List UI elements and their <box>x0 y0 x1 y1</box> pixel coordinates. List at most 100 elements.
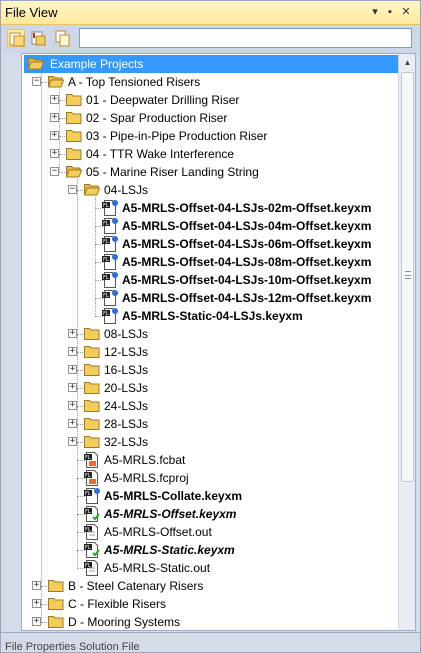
tree-item-label: 32-LSJs <box>104 435 149 449</box>
collapse-minus-icon[interactable]: − <box>32 77 41 86</box>
expand-plus-icon[interactable]: + <box>32 617 41 626</box>
expand-plus-icon[interactable]: + <box>32 581 41 590</box>
keyxm-question-icon: FL <box>102 200 118 216</box>
expand-plus-icon[interactable]: + <box>32 599 41 608</box>
svg-text:FL: FL <box>103 275 109 281</box>
tree-item-label: A5-MRLS.fcproj <box>104 471 189 485</box>
svg-text:FL: FL <box>85 509 91 515</box>
tree-folder-item[interactable]: + D - Mooring Systems <box>22 613 398 630</box>
tree-folder-item[interactable]: +32-LSJs <box>22 433 398 451</box>
tree-file-item[interactable]: FL A5-MRLS-Static.keyxm <box>22 541 398 559</box>
project-tree-panel: Example Projects − A - Top Tensioned Riser… <box>21 53 416 631</box>
folder-icon <box>84 417 100 430</box>
tree-folder-item[interactable]: +20-LSJs <box>22 379 398 397</box>
tree-folder-item[interactable]: +08-LSJs <box>22 325 398 343</box>
tree-file-item[interactable]: FL A5-MRLS-Offset-04-LSJs-04m-Offset.keyx… <box>22 217 398 235</box>
tree-file-item[interactable]: FL A5-MRLS-Collate.keyxm <box>22 487 398 505</box>
tree-file-item[interactable]: FL A5-MRLS.fcbat <box>22 451 398 469</box>
tree-file-item[interactable]: FL A5-MRLS-Offset.keyxm <box>22 505 398 523</box>
add-folder-icon[interactable] <box>29 29 47 47</box>
folder-icon <box>84 345 100 358</box>
tree-file-item[interactable]: FL A5-MRLS-Offset-04-LSJs-08m-Offset.keyx… <box>22 253 398 271</box>
tree-item-label: A5-MRLS-Collate.keyxm <box>104 489 243 503</box>
tree-folder-item[interactable]: +01 - Deepwater Drilling Riser <box>22 91 398 109</box>
tree-item-label: 12-LSJs <box>104 345 149 359</box>
tree-folder-item[interactable]: +02 - Spar Production Riser <box>22 109 398 127</box>
folder-icon <box>48 615 64 628</box>
svg-text:FL: FL <box>103 239 109 245</box>
tree-item-label: C - Flexible Risers <box>68 597 167 611</box>
tree-item-label: 24-LSJs <box>104 399 149 413</box>
keyxm-question-icon: FL <box>84 488 100 504</box>
tree-folder-item[interactable]: +28-LSJs <box>22 415 398 433</box>
tree-folder-item[interactable]: +12-LSJs <box>22 343 398 361</box>
expand-plus-icon[interactable]: + <box>68 401 77 410</box>
tree-folder-item[interactable]: − 04-LSJs <box>22 181 398 199</box>
keyxm-question-icon: FL <box>102 254 118 270</box>
tree-item-label: A5-MRLS-Static-04-LSJs.keyxm <box>122 309 303 323</box>
folder-icon <box>84 363 100 376</box>
tree-item-label: 16-LSJs <box>104 363 149 377</box>
pin-icon[interactable]: ▪ <box>383 5 397 19</box>
folder-icon <box>84 435 100 448</box>
search-input[interactable] <box>79 28 412 48</box>
svg-text:FL: FL <box>103 203 109 209</box>
folder-icon <box>48 579 64 592</box>
expand-plus-icon[interactable]: + <box>50 149 59 158</box>
svg-text:FL: FL <box>85 473 91 479</box>
tree-folder-item[interactable]: +16-LSJs <box>22 361 398 379</box>
tree-folder-item[interactable]: +04 - TTR Wake Interference <box>22 145 398 163</box>
expand-plus-icon[interactable]: + <box>68 383 77 392</box>
tree-item-label: 05 - Marine Riser Landing String <box>86 165 259 179</box>
expand-plus-icon[interactable]: + <box>68 329 77 338</box>
tree-folder-item[interactable]: + C - Flexible Risers <box>22 595 398 613</box>
collapse-minus-icon[interactable]: − <box>68 185 77 194</box>
tree-file-item[interactable]: FL A5-MRLS-Offset-04-LSJs-02m-Offset.keyx… <box>22 199 398 217</box>
window-menu-dropdown-icon[interactable]: ▾ <box>368 5 382 19</box>
expand-plus-icon[interactable]: + <box>68 365 77 374</box>
expand-plus-icon[interactable]: + <box>68 347 77 356</box>
collapse-minus-icon[interactable]: − <box>50 167 59 176</box>
tree-item-label: B - Steel Catenary Risers <box>68 579 204 593</box>
scroll-grip-icon <box>405 271 411 279</box>
bottom-tabs-label[interactable]: File Properties Solution File <box>5 641 140 653</box>
folder-icon <box>48 597 64 610</box>
fcproj-file-icon: FL <box>84 470 100 486</box>
expand-plus-icon[interactable]: + <box>68 437 77 446</box>
tree-item-label: A5-MRLS-Offset-04-LSJs-06m-Offset.keyxm <box>122 237 372 251</box>
expand-plus-icon[interactable]: + <box>50 95 59 104</box>
folder-open-icon <box>47 75 65 88</box>
expand-plus-icon[interactable]: + <box>50 131 59 140</box>
tree-item-label: A5-MRLS-Static.out <box>104 561 211 575</box>
tree-file-item[interactable]: FL A5-MRLS.fcproj <box>22 469 398 487</box>
tree-folder-item[interactable]: +03 - Pipe-in-Pipe Production Riser <box>22 127 398 145</box>
close-icon[interactable]: ✕ <box>399 5 413 19</box>
folder-icon <box>66 147 82 160</box>
tree-file-item[interactable]: FL A5-MRLS-Static-04-LSJs.keyxm <box>22 307 398 325</box>
tree-file-item[interactable]: FL A5-MRLS-Offset-04-LSJs-06m-Offset.keyx… <box>22 235 398 253</box>
tree-file-item[interactable]: FL A5-MRLS-Offset.out <box>22 523 398 541</box>
tree-file-item[interactable]: FL A5-MRLS-Offset-04-LSJs-10m-Offset.keyx… <box>22 271 398 289</box>
tree-file-item[interactable]: FL A5-MRLS-Static.out <box>22 559 398 577</box>
svg-text:FL: FL <box>103 257 109 263</box>
copy-files-icon[interactable] <box>53 29 71 47</box>
tree-folder-item[interactable]: − 05 - Marine Riser Landing String <box>22 163 398 181</box>
tree-item-label: 04 - TTR Wake Interference <box>86 147 235 161</box>
tree-item-label: 04-LSJs <box>104 183 149 197</box>
tree-file-item[interactable]: FL A5-MRLS-Offset-04-LSJs-12m-Offset.keyx… <box>22 289 398 307</box>
tree-item-label: D - Mooring Systems <box>68 615 181 629</box>
scroll-up-arrow-icon[interactable]: ▲ <box>399 54 415 71</box>
tree-folder-item[interactable]: +24-LSJs <box>22 397 398 415</box>
tree-folder-item[interactable]: Example Projects <box>24 55 398 73</box>
vertical-scrollbar[interactable]: ▲ <box>398 54 415 630</box>
tree-folder-item[interactable]: + B - Steel Catenary Risers <box>22 577 398 595</box>
expand-plus-icon[interactable]: + <box>50 113 59 122</box>
folder-icon <box>66 93 82 106</box>
tree-folder-item[interactable]: − A - Top Tensioned Risers <box>22 73 398 91</box>
keyxm-check-icon: FL <box>84 506 100 522</box>
new-project-icon[interactable] <box>7 29 25 47</box>
folder-open-icon <box>27 57 45 70</box>
expand-plus-icon[interactable]: + <box>68 419 77 428</box>
scroll-thumb[interactable] <box>401 72 414 482</box>
tree-item-label: 01 - Deepwater Drilling Riser <box>86 93 240 107</box>
